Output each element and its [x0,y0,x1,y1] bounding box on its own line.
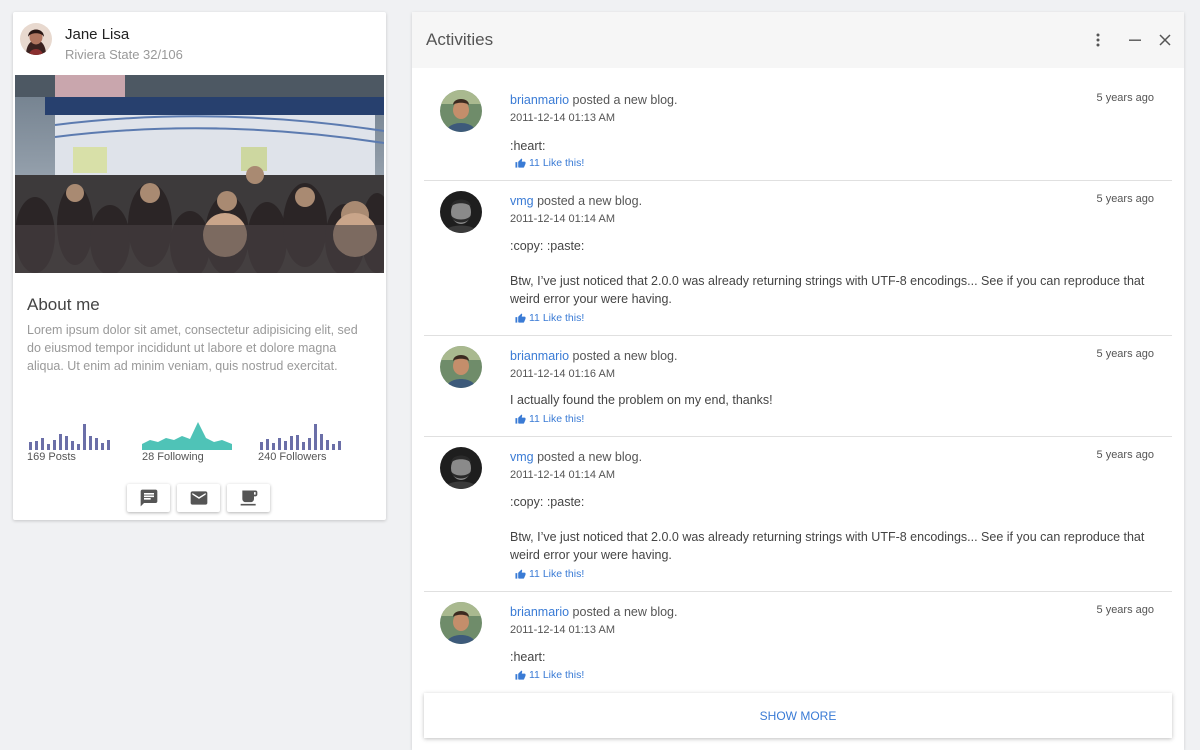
like-count: 11 Like this! [529,312,585,324]
like-count: 11 Like this! [529,157,585,169]
activities-title: Activities [426,30,494,49]
activity-body: :heart: [510,139,546,153]
activity-item: vmg posted a new blog. 5 years ago 2011-… [424,437,1172,592]
activity-item: brianmario posted a new blog. 5 years ag… [424,592,1172,693]
thumbs-up-icon [515,312,526,323]
profile-avatar[interactable] [20,23,52,55]
activity-action-text: posted a new blog. [533,194,643,208]
posts-sparkline [29,424,110,450]
activity-headline: brianmario posted a new blog. [510,93,677,107]
thumbs-up-icon [515,669,526,680]
about-text: Lorem ipsum dolor sit amet, consectetur … [27,323,358,373]
activity-date: 2011-12-14 01:13 AM [510,624,615,636]
minimize-button[interactable] [1123,28,1147,52]
activity-time: 5 years ago [1096,348,1154,360]
activity-headline: brianmario posted a new blog. [510,605,677,619]
show-more-button[interactable]: SHOW MORE [424,693,1172,738]
like-link[interactable]: 11 Like this! [515,312,584,324]
chat-button[interactable] [127,484,170,512]
following-sparkline [142,422,232,450]
like-link[interactable]: 11 Like this! [515,413,584,425]
profile-card: Jane Lisa Riviera State 32/106 About me … [13,12,386,520]
activity-user-link[interactable]: brianmario [510,93,569,107]
thumbs-up-icon [515,413,526,424]
user-avatar[interactable] [440,602,482,644]
about-title: About me [27,295,100,314]
activity-time: 5 years ago [1096,604,1154,616]
mail-icon [190,491,207,505]
activity-body: :heart: [510,650,546,664]
activity-item: brianmario posted a new blog. 5 years ag… [424,80,1172,181]
chat-icon [140,489,157,507]
activity-user-link[interactable]: brianmario [510,605,569,619]
activity-body-extra: Btw, I’ve just noticed that 2.0.0 was al… [510,530,1145,562]
user-avatar[interactable] [440,447,482,489]
like-count: 11 Like this! [529,568,585,580]
coffee-icon [240,490,257,506]
like-link[interactable]: 11 Like this! [515,669,584,681]
stat-followers: 240 Followers [258,420,358,470]
activity-time: 5 years ago [1096,449,1154,461]
user-avatar[interactable] [440,346,482,388]
stat-followers-label: 240 Followers [258,451,327,463]
followers-sparkline [260,424,341,450]
activity-date: 2011-12-14 01:14 AM [510,469,615,481]
profile-name: Jane Lisa [65,26,130,43]
activity-action-text: posted a new blog. [569,349,678,363]
activity-date: 2011-12-14 01:14 AM [510,213,615,225]
activity-body-extra: Btw, I’ve just noticed that 2.0.0 was al… [510,274,1145,306]
user-avatar[interactable] [440,90,482,132]
activity-date: 2011-12-14 01:16 AM [510,368,615,380]
profile-address: Riviera State 32/106 [65,47,183,62]
more-options-button[interactable] [1086,28,1110,52]
activity-action-text: posted a new blog. [533,450,643,464]
activity-user-link[interactable]: brianmario [510,349,569,363]
activities-panel: Activities brianmario posted a new blog.… [412,12,1184,750]
activity-headline: vmg posted a new blog. [510,194,642,208]
activity-user-link[interactable]: vmg [510,450,534,464]
activity-body: :copy: :paste: [510,239,585,253]
coffee-button[interactable] [227,484,270,512]
stat-following-label: 28 Following [142,451,204,463]
like-link[interactable]: 11 Like this! [515,568,584,580]
like-count: 11 Like this! [529,413,585,425]
activity-time: 5 years ago [1096,92,1154,104]
close-button[interactable] [1153,28,1177,52]
activity-body: :copy: :paste: [510,495,585,509]
profile-cover-photo [15,75,384,273]
activity-headline: brianmario posted a new blog. [510,349,677,363]
minimize-icon [1129,39,1141,41]
activities-header: Activities [412,12,1184,68]
like-count: 11 Like this! [529,669,585,681]
activity-item: brianmario posted a new blog. 5 years ag… [424,336,1172,437]
thumbs-up-icon [515,568,526,579]
activity-time: 5 years ago [1096,193,1154,205]
profile-header: Jane Lisa Riviera State 32/106 [13,12,386,75]
user-avatar[interactable] [440,191,482,233]
mail-button[interactable] [177,484,220,512]
stat-posts: 169 Posts [27,420,127,470]
activity-user-link[interactable]: vmg [510,194,534,208]
activity-headline: vmg posted a new blog. [510,450,642,464]
activity-body: I actually found the problem on my end, … [510,393,773,407]
stat-following: 28 Following [142,420,242,470]
stat-posts-label: 169 Posts [27,451,76,463]
activity-item: vmg posted a new blog. 5 years ago 2011-… [424,181,1172,336]
activity-date: 2011-12-14 01:13 AM [510,112,615,124]
activity-action-text: posted a new blog. [569,605,678,619]
like-link[interactable]: 11 Like this! [515,157,584,169]
more-vert-icon [1096,33,1100,47]
close-icon [1159,34,1171,46]
thumbs-up-icon [515,157,526,168]
activity-action-text: posted a new blog. [569,93,678,107]
